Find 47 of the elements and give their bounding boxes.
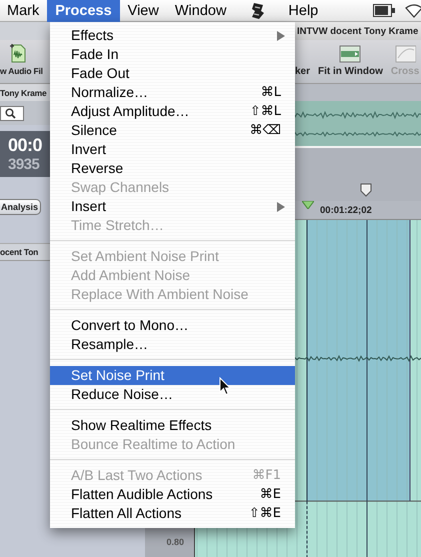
menu-item[interactable]: Fade Out	[50, 64, 295, 83]
menu-item[interactable]: Set Noise Print	[50, 366, 295, 385]
menu-item[interactable]: Convert to Mono…	[50, 316, 295, 335]
menu-item[interactable]: Reduce Noise…	[50, 385, 295, 404]
track-name-label: ocent Ton	[0, 247, 38, 257]
menu-item[interactable]: Flatten Audible Actions ⌘E	[50, 485, 295, 504]
menu-item[interactable]: Resample…	[50, 335, 295, 354]
file-name-label: Tony Krame	[0, 88, 46, 98]
menu-item[interactable]: Normalize… ⌘L	[50, 83, 295, 102]
shortcut-label: ⌘L	[260, 84, 281, 102]
menu-item[interactable]: Invert	[50, 140, 295, 159]
shortcut-label: ⇧⌘E	[248, 505, 281, 523]
shortcut-label: ⌘F1	[252, 467, 281, 485]
shortcut-label: ⇧⌘L	[250, 103, 281, 121]
menu-item[interactable]: Insert	[50, 197, 295, 216]
fit-in-window-icon[interactable]	[338, 44, 362, 64]
toolbar-label[interactable]: w Audio Fil	[0, 66, 43, 76]
menu-item[interactable]: Show Realtime Effects	[50, 416, 295, 435]
menu-item[interactable]: Effects	[50, 26, 295, 45]
menu-bar-item[interactable]: Window	[166, 0, 234, 22]
cursor-icon	[219, 377, 231, 396]
menu-item[interactable]: Reverse	[50, 159, 295, 178]
menu-item[interactable]: Adjust Amplitude… ⇧⌘L	[50, 102, 295, 121]
audio-file-icon[interactable]	[9, 43, 27, 63]
search-field[interactable]	[0, 106, 24, 120]
title-bar	[0, 22, 50, 40]
search-icon	[5, 108, 16, 118]
shortcut-label: ⌘⌫	[250, 122, 281, 140]
playhead-icon[interactable]	[360, 183, 372, 197]
menu-bar-item[interactable]: Process	[47, 0, 120, 22]
menu-item[interactable]: Silence ⌘⌫	[50, 121, 295, 140]
toolbar-label[interactable]: ker	[295, 66, 310, 77]
timecode-display: 00:0	[8, 134, 42, 156]
battery-icon[interactable]	[373, 4, 395, 17]
menu-item[interactable]: Fade In	[50, 45, 295, 64]
level-tick-label: 0.80	[166, 537, 184, 547]
ruler-time-label: 00:01:22;02	[320, 204, 372, 216]
menu-bar-item[interactable]: View	[120, 0, 167, 22]
toolbar-label[interactable]: Fit in Window	[318, 66, 383, 77]
menu-bar-item[interactable]: Help	[280, 0, 326, 22]
menu-item[interactable]: Flatten All Actions ⇧⌘E	[50, 504, 295, 523]
menu-bar-item[interactable]: Mark	[0, 0, 48, 22]
window-title: INTVW docent Tony Krame	[297, 26, 418, 36]
shortcut-label: ⌘E	[260, 486, 281, 504]
samples-display: 3935	[8, 156, 40, 173]
wifi-icon[interactable]	[405, 4, 421, 18]
analysis-button[interactable]: Analysis	[0, 199, 42, 215]
